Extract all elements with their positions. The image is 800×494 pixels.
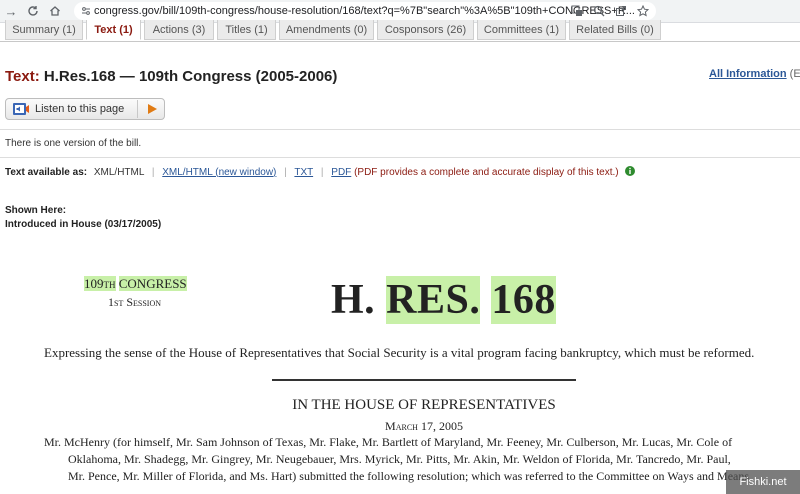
sponsors-line: Mr. Pence, Mr. Miller of Florida, and Ms… <box>68 469 750 483</box>
all-information-link[interactable]: All Information <box>709 68 787 80</box>
bookmark-star-icon[interactable] <box>632 5 654 17</box>
bill-tabs: Summary (1) Text (1) Actions (3) Titles … <box>0 20 800 42</box>
session-heading: 1st Session <box>108 295 162 309</box>
tab-related-bills[interactable]: Related Bills (0) <box>569 20 661 40</box>
tab-committees[interactable]: Committees (1) <box>477 20 566 40</box>
all-information: All Information (Ex <box>709 68 800 80</box>
back-icon[interactable]: → <box>0 0 22 22</box>
congress-word: CONGRESS <box>118 276 187 291</box>
site-info-icon[interactable] <box>78 6 94 16</box>
divider <box>0 157 800 158</box>
sponsors-paragraph: Mr. McHenry (for himself, Mr. Sam Johnso… <box>44 434 800 485</box>
introduction-date: March 17, 2005 <box>385 419 463 433</box>
tab-cosponsors[interactable]: Cosponsors (26) <box>377 20 474 40</box>
tab-summary[interactable]: Summary (1) <box>5 20 83 40</box>
format-xml-new-window-link[interactable]: XML/HTML (new window) <box>162 167 276 178</box>
shown-here: Shown Here: Introduced in House (03/17/2… <box>5 204 161 232</box>
chamber-heading: IN THE HOUSE OF REPRESENTATIVES <box>292 397 556 413</box>
translate-icon[interactable] <box>566 5 588 17</box>
play-icon[interactable] <box>137 100 166 118</box>
share-icon[interactable] <box>610 5 632 17</box>
zoom-icon[interactable] <box>588 5 610 17</box>
tab-titles[interactable]: Titles (1) <box>217 20 276 40</box>
home-icon[interactable] <box>44 0 66 22</box>
listen-button[interactable]: Listen to this page <box>5 98 165 120</box>
listen-label: Listen to this page <box>35 103 125 115</box>
page-title: Text: H.Res.168 — 109th Congress (2005-2… <box>5 68 337 85</box>
text-formats: Text available as: XML/HTML | XML/HTML (… <box>5 166 636 178</box>
divider <box>0 129 800 130</box>
bill-number-heading: H. RES. 168 <box>331 276 556 324</box>
watermark: Fishki.net <box>726 470 800 494</box>
format-current: XML/HTML <box>93 167 145 178</box>
horizontal-rule <box>272 379 576 381</box>
format-pdf-link[interactable]: PDF <box>331 167 351 178</box>
info-icon[interactable] <box>625 166 636 176</box>
shown-here-label: Shown Here: <box>5 205 67 216</box>
sponsors-line: Mr. McHenry (for himself, Mr. Sam Johnso… <box>44 435 733 449</box>
congress-number: 109th <box>84 276 116 291</box>
tab-actions[interactable]: Actions (3) <box>144 20 214 40</box>
version-note: There is one version of the bill. <box>5 138 142 149</box>
text-formats-label: Text available as: <box>5 167 88 178</box>
title-label: Text: <box>5 68 40 85</box>
tab-amendments[interactable]: Amendments (0) <box>279 20 374 40</box>
shown-here-version: Introduced in House (03/17/2005) <box>5 219 162 230</box>
speaker-icon <box>13 103 29 115</box>
sponsors-line: Oklahoma, Mr. Shadegg, Mr. Gingrey, Mr. … <box>68 452 731 466</box>
reload-icon[interactable] <box>22 0 44 22</box>
congress-heading: 109th CONGRESS <box>84 276 187 292</box>
pdf-note: (PDF provides a complete and accurate di… <box>354 167 619 178</box>
title-text: H.Res.168 — 109th Congress (2005-2006) <box>43 68 338 85</box>
bill-purpose: Expressing the sense of the House of Rep… <box>44 345 755 360</box>
bill-number-highlight: 168 <box>491 276 556 324</box>
format-txt-link[interactable]: TXT <box>294 167 313 178</box>
bill-type-highlight: RES. <box>386 276 481 324</box>
tab-text[interactable]: Text (1) <box>86 20 141 40</box>
bill-prefix: H. <box>331 277 376 323</box>
all-information-suffix: (Ex <box>789 68 800 80</box>
